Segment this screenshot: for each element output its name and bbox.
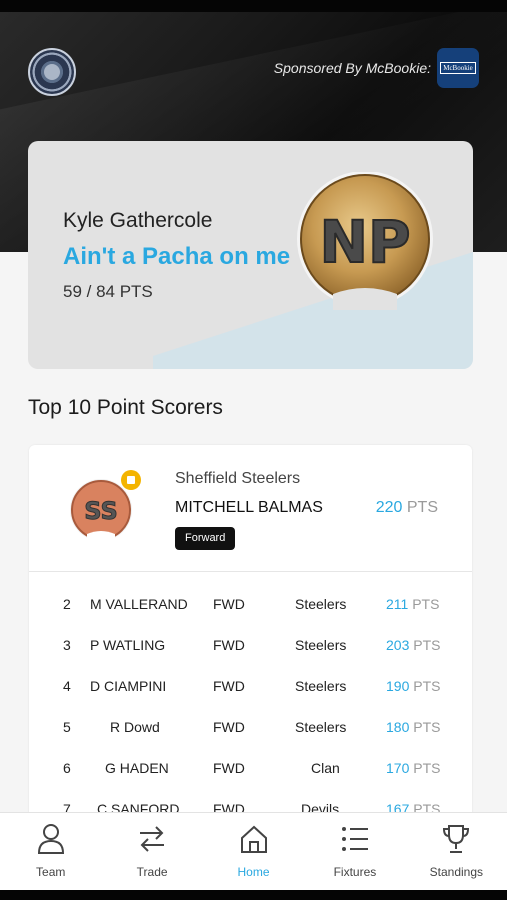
trophy-icon <box>443 825 470 853</box>
player-position: FWD <box>213 719 245 735</box>
leader-position-badge: Forward <box>175 527 236 550</box>
player-position: FWD <box>213 637 245 653</box>
player-position: FWD <box>213 760 245 776</box>
nav-label-standings: Standings <box>429 865 484 879</box>
crown-icon <box>121 470 141 490</box>
leader-points-value: 220 <box>375 499 403 516</box>
nav-label-trade: Trade <box>136 865 168 879</box>
points-label: PTS <box>413 719 441 735</box>
player-name: M VALLERAND <box>90 596 188 612</box>
rank: 3 <box>63 637 71 653</box>
player-points: 180 PTS <box>386 719 440 735</box>
player-team: Steelers <box>295 596 347 612</box>
team-badge-ss: SS <box>70 479 132 542</box>
nav-team[interactable]: Team <box>0 813 101 890</box>
player-name: G HADEN <box>105 760 169 776</box>
points-label: PTS <box>413 678 441 694</box>
rank: 5 <box>63 719 71 735</box>
leader-points-label: PTS <box>406 499 438 516</box>
points-label: PTS <box>413 637 441 653</box>
points-value: 203 <box>386 637 410 653</box>
player-team: Steelers <box>295 637 347 653</box>
player-name: P WATLING <box>90 637 166 653</box>
player-points: 211 PTS <box>386 596 439 612</box>
system-bar <box>0 890 507 900</box>
section-title: Top 10 Point Scorers <box>28 396 223 419</box>
leader-row[interactable]: SS Sheffield Steelers MITCHELL BALMAS Fo… <box>29 445 472 572</box>
player-points: 170 PTS <box>386 760 440 776</box>
manager-name: Kyle Gathercole <box>63 209 213 232</box>
scorers-list: 2 M VALLERAND FWD Steelers 211 PTS 3 P W… <box>29 572 472 818</box>
list-item[interactable]: 3 P WATLING FWD Steelers 203 PTS <box>29 613 472 654</box>
team-points: 59 / 84 PTS <box>63 282 153 301</box>
status-bar <box>0 0 507 12</box>
list-icon <box>341 827 368 851</box>
leader-name: MITCHELL BALMAS <box>175 499 323 516</box>
club-logo[interactable] <box>28 48 76 96</box>
points-value: 170 <box>386 760 410 776</box>
rank: 4 <box>63 678 71 694</box>
sponsor-logo[interactable]: McBookie <box>437 48 479 88</box>
player-team: Steelers <box>295 678 347 694</box>
top-scorers-card: SS Sheffield Steelers MITCHELL BALMAS Fo… <box>29 445 472 845</box>
team-name: Ain't a Pacha on me <box>63 243 291 270</box>
player-team: Steelers <box>295 719 347 735</box>
swap-icon <box>140 826 165 852</box>
list-item[interactable]: 2 M VALLERAND FWD Steelers 211 PTS <box>29 572 472 613</box>
badge-initials: NP <box>319 208 410 276</box>
puck-icon <box>44 64 60 80</box>
player-position: FWD <box>213 678 245 694</box>
sponsor-text: Sponsored By McBookie: <box>273 60 431 76</box>
nav-trade[interactable]: Trade <box>101 813 202 890</box>
nav-label-team: Team <box>36 865 66 879</box>
rank: 2 <box>63 596 71 612</box>
leader-team: Sheffield Steelers <box>175 470 301 487</box>
player-position: FWD <box>213 596 245 612</box>
list-item[interactable]: 4 D CIAMPINI FWD Steelers 190 PTS <box>29 654 472 695</box>
points-value: 190 <box>386 678 410 694</box>
nav-standings[interactable]: Standings <box>406 813 507 890</box>
nav-home[interactable]: Home <box>203 813 304 890</box>
player-points: 190 PTS <box>386 678 440 694</box>
player-name: R Dowd <box>110 719 160 735</box>
nav-label-fixtures: Fixtures <box>333 865 377 879</box>
rank: 6 <box>63 760 71 776</box>
nav-fixtures[interactable]: Fixtures <box>304 813 405 890</box>
points-value: 180 <box>386 719 410 735</box>
list-item[interactable]: 5 R Dowd FWD Steelers 180 PTS <box>29 695 472 736</box>
player-team: Clan <box>311 760 340 776</box>
points-value: 211 <box>386 596 409 612</box>
home-icon <box>240 825 267 853</box>
points-label: PTS <box>413 760 441 776</box>
list-item[interactable]: 6 G HADEN FWD Clan 170 PTS <box>29 736 472 777</box>
leader-badge-initials: SS <box>84 497 118 525</box>
sponsor-logo-text: McBookie <box>440 62 476 74</box>
points-label: PTS <box>412 596 440 612</box>
team-badge-np: NP <box>297 172 433 310</box>
person-icon <box>37 824 64 854</box>
nav-label-home: Home <box>237 865 270 879</box>
player-name: D CIAMPINI <box>90 678 167 694</box>
bottom-nav: Team Trade Home Fixtures Standings <box>0 812 507 890</box>
player-points: 203 PTS <box>386 637 440 653</box>
leader-points: 220 PTS <box>376 499 438 517</box>
